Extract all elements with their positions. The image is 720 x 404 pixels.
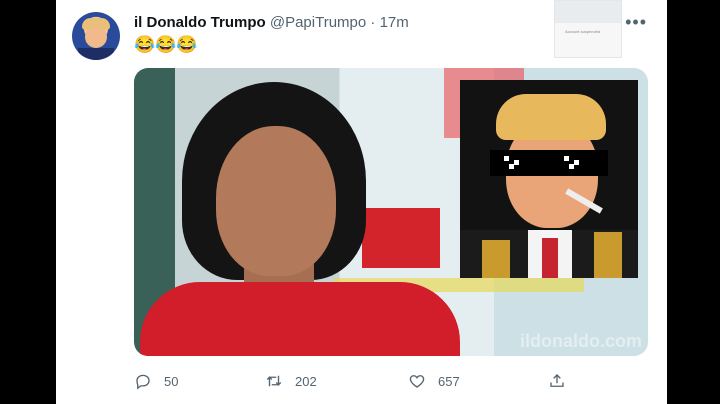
reply-button[interactable]: 50 [134, 370, 178, 392]
tweet-card[interactable]: il Donaldo Trumpo @PapiTrumpo · 17m Acco… [56, 0, 667, 404]
like-icon [409, 375, 425, 388]
tweet-image[interactable]: ildonaldo.com [134, 68, 648, 356]
inset-red-tie [542, 238, 558, 278]
like-count: 657 [438, 373, 460, 389]
tweet-header: il Donaldo Trumpo @PapiTrumpo · 17m [134, 14, 409, 32]
handle[interactable]: @PapiTrumpo [270, 14, 366, 31]
reply-icon [136, 374, 150, 390]
watermark: ildonaldo.com [519, 331, 642, 351]
pixel-sunglasses-icon [490, 150, 608, 176]
avatar[interactable] [72, 12, 120, 60]
share-icon [550, 374, 564, 387]
anchor-face [216, 126, 336, 276]
thumbnail-header-bar [555, 1, 621, 23]
more-horizontal-icon[interactable]: ••• [625, 12, 647, 33]
avatar-suit [78, 48, 114, 60]
studio-red-panel [362, 208, 440, 268]
like-button[interactable]: 657 [408, 370, 460, 392]
account-suspended-thumbnail: Account suspended [554, 0, 622, 58]
gold-chain-left [482, 240, 510, 278]
timestamp[interactable]: 17m [380, 14, 409, 31]
separator: · [370, 14, 376, 31]
retweet-icon [266, 375, 282, 387]
retweet-count: 202 [295, 373, 317, 389]
anchor-red-dress [140, 282, 460, 356]
tweet-text: 😂😂😂 [134, 35, 198, 54]
share-button[interactable] [548, 370, 578, 392]
meme-inset-image [460, 80, 638, 278]
reply-count: 50 [164, 373, 179, 389]
avatar-face [85, 26, 107, 48]
inset-hair [496, 94, 606, 140]
gold-chain-right [594, 232, 622, 278]
tweet-actions: 50 202 657 [134, 370, 648, 392]
retweet-button[interactable]: 202 [265, 370, 317, 392]
display-name[interactable]: il Donaldo Trumpo [134, 14, 266, 31]
thumbnail-text: Account suspended [565, 29, 601, 34]
